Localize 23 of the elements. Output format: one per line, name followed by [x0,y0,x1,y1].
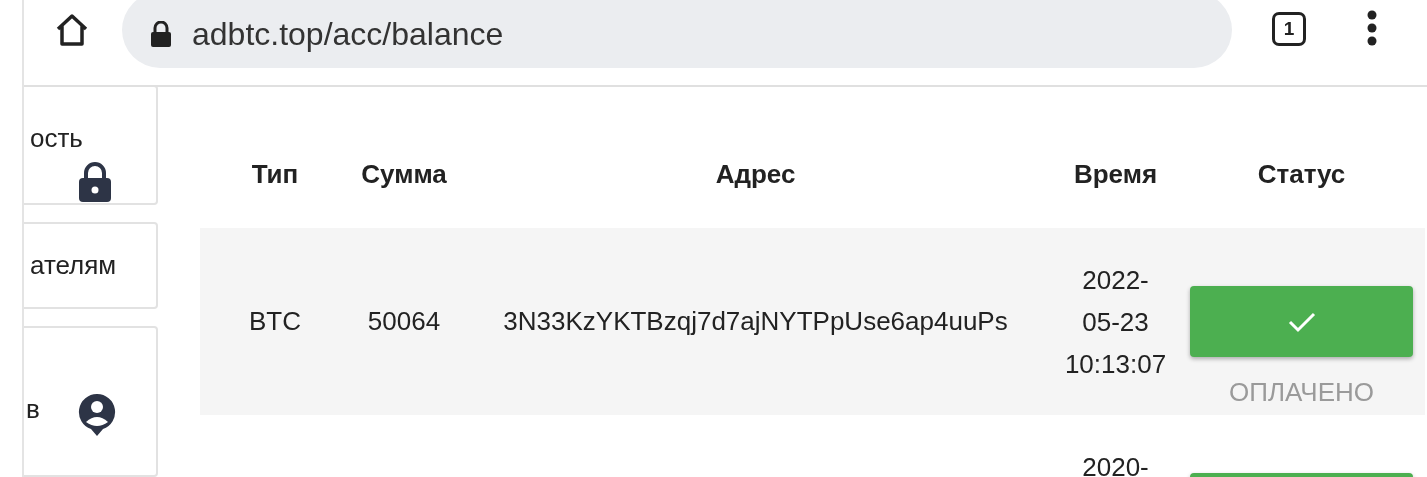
status-label: ОПЛАЧЕНО [1229,377,1374,408]
lock-icon [78,162,112,202]
table-cell: 50064 [367,306,441,337]
column-header: Статус [1256,158,1347,191]
sidebar-item[interactable]: ость [24,85,158,205]
table-cell: BTC [249,306,301,337]
lock-icon [150,21,172,47]
sidebar-item[interactable]: в [24,326,158,477]
check-icon [1287,310,1316,333]
column-header: Сумма [360,158,448,191]
url-text: adbtc.top/acc/balance [192,15,504,53]
table-cell-text: 2022-05-23 10:13:07 [1064,264,1167,381]
address-bar[interactable]: adbtc.top/acc/balance [122,0,1232,68]
table-cell: 3N33KzYKTBzqj7d7ajNYTPpUse6ap4uuPs [503,306,1008,337]
column-header: Адрес [714,158,797,191]
user-pin-icon [77,394,116,436]
column-header: Тип [250,158,300,191]
column-header: Время [1072,158,1159,191]
table-cell-text: 2020- [1082,451,1149,477]
home-icon[interactable] [54,12,90,48]
tab-count-button[interactable]: 1 [1272,12,1306,46]
sidebar-item[interactable]: ателям [24,222,158,309]
menu-icon[interactable] [1366,10,1378,46]
